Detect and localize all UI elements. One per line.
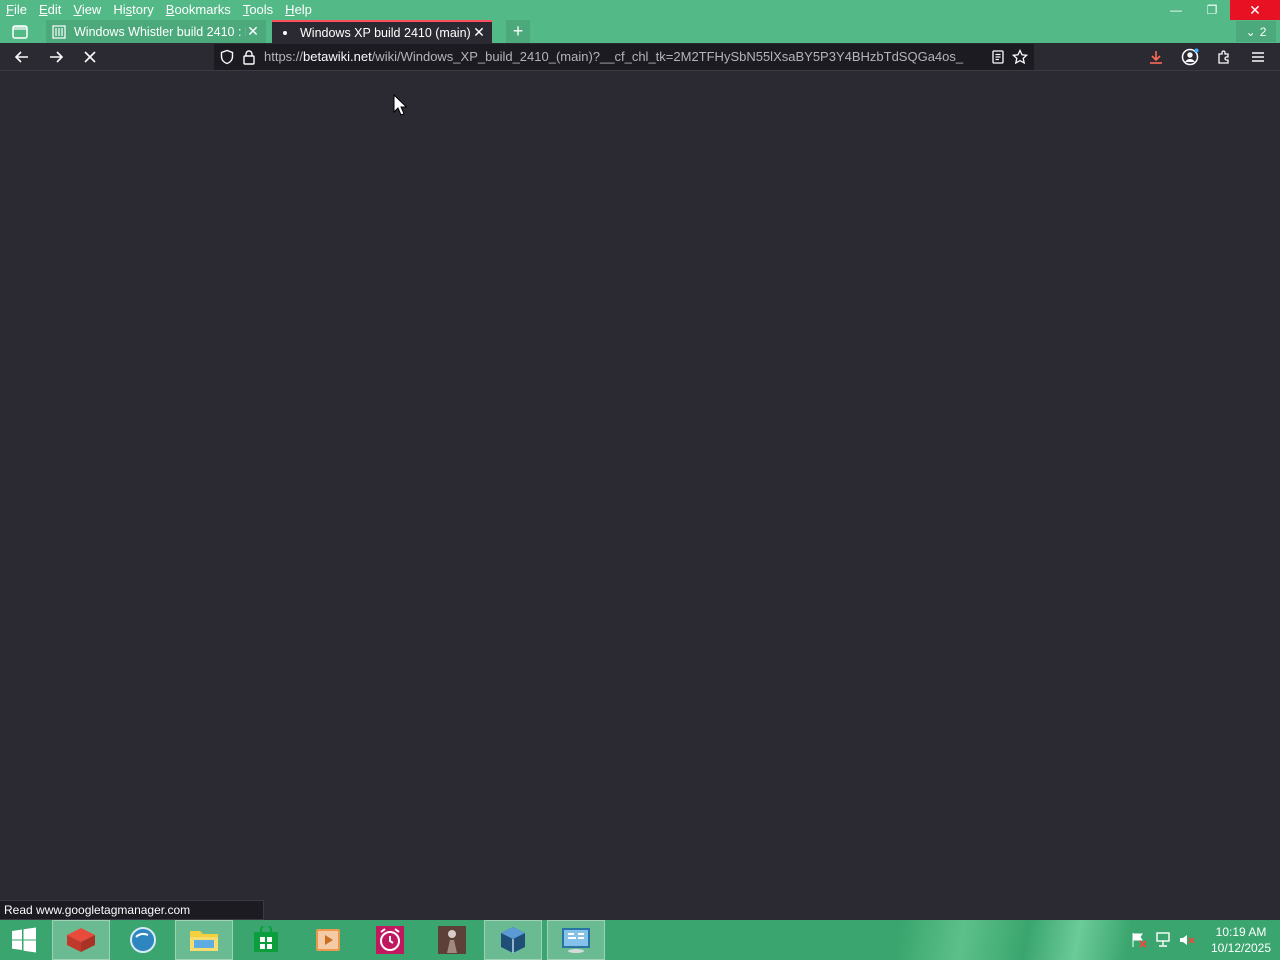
- tab-title: Windows Whistler build 2410 : N: [74, 24, 246, 39]
- red-box-app-icon: [67, 928, 95, 952]
- window-controls: — ❐ ✕: [1158, 0, 1280, 20]
- taskbar-alarms[interactable]: [361, 920, 419, 960]
- arrow-right-icon: [50, 51, 64, 63]
- back-button[interactable]: [7, 43, 37, 71]
- new-tab-button[interactable]: +: [506, 20, 530, 43]
- taskbar-store[interactable]: [237, 920, 295, 960]
- menu-history[interactable]: History: [107, 0, 159, 20]
- close-window-button[interactable]: ✕: [1230, 0, 1280, 20]
- menu-tools[interactable]: Tools: [237, 0, 279, 20]
- list-all-tabs-button[interactable]: ⌄ 2: [1236, 21, 1276, 42]
- alarm-clock-icon: [376, 926, 404, 954]
- taskbar-control-panel[interactable]: [547, 920, 605, 960]
- firefox-view-icon: [12, 24, 28, 39]
- tab-strip: Windows Whistler build 2410 : N ✕ Window…: [0, 20, 1280, 43]
- menu-bookmarks[interactable]: Bookmarks: [160, 0, 237, 20]
- tab-count: 2: [1259, 24, 1267, 39]
- mouse-pointer-icon: [393, 94, 407, 116]
- virtualbox-icon: [501, 927, 525, 953]
- url-bar[interactable]: https://betawiki.net/wiki/Windows_XP_bui…: [214, 44, 1034, 70]
- start-button[interactable]: [0, 920, 48, 960]
- taskbar-app-figure[interactable]: [423, 920, 481, 960]
- tab-close-icon[interactable]: ✕: [246, 23, 260, 40]
- windows-logo-icon: [12, 927, 36, 953]
- menu-file[interactable]: File: [0, 0, 33, 20]
- arrow-left-icon: [14, 51, 28, 63]
- taskbar-file-explorer[interactable]: [175, 920, 233, 960]
- download-icon: [1150, 51, 1162, 64]
- folder-icon: [190, 931, 218, 951]
- url-text[interactable]: https://betawiki.net/wiki/Windows_XP_bui…: [264, 44, 986, 70]
- hamburger-menu-icon: [1252, 52, 1264, 62]
- puzzle-piece-icon: [1218, 50, 1229, 64]
- firefox-view-button[interactable]: [0, 20, 40, 43]
- menu-bar: File Edit View History Bookmarks Tools H…: [0, 0, 318, 20]
- minimize-button[interactable]: —: [1158, 0, 1194, 20]
- volume-muted-icon[interactable]: [1178, 931, 1196, 949]
- stop-button[interactable]: [75, 43, 105, 71]
- forward-button[interactable]: [41, 43, 71, 71]
- menu-help[interactable]: Help: [279, 0, 318, 20]
- globe-app-icon: [130, 927, 156, 953]
- taskbar-clock[interactable]: 10:19 AM 10/12/2025: [1206, 924, 1276, 956]
- lock-icon[interactable]: [241, 49, 257, 65]
- taskbar-app-browser[interactable]: [114, 920, 172, 960]
- tab-title: Windows XP build 2410 (main) -: [300, 25, 472, 40]
- store-icon: [254, 926, 278, 952]
- navigation-toolbar: https://betawiki.net/wiki/Windows_XP_bui…: [0, 43, 1280, 71]
- system-tray: 10:19 AM 10/12/2025: [1130, 920, 1280, 960]
- tracking-protection-shield-icon[interactable]: [219, 49, 235, 65]
- chevron-down-icon: ⌄: [1245, 24, 1256, 39]
- reader-view-icon[interactable]: [990, 49, 1006, 65]
- stop-icon: [84, 51, 96, 63]
- taskbar-app-1[interactable]: [52, 920, 110, 960]
- extensions-button[interactable]: [1209, 43, 1239, 71]
- wiki-favicon-icon: [52, 24, 66, 39]
- control-panel-icon: [562, 928, 590, 953]
- title-bar: File Edit View History Bookmarks Tools H…: [0, 0, 1280, 43]
- taskbar: 10:19 AM 10/12/2025: [0, 920, 1280, 960]
- menu-view[interactable]: View: [67, 0, 107, 20]
- action-center-flag-icon[interactable]: [1130, 931, 1148, 949]
- page-content-area[interactable]: [0, 72, 1280, 900]
- tab-close-icon[interactable]: ✕: [472, 24, 486, 41]
- tab-windows-whistler[interactable]: Windows Whistler build 2410 : N ✕: [46, 20, 266, 43]
- downloads-button[interactable]: [1141, 43, 1171, 71]
- status-panel: Read www.googletagmanager.com: [0, 900, 264, 920]
- bookmark-star-icon[interactable]: [1012, 49, 1028, 65]
- video-player-icon: [316, 929, 340, 951]
- menu-edit[interactable]: Edit: [33, 0, 67, 20]
- restore-button[interactable]: ❐: [1194, 0, 1230, 20]
- account-button[interactable]: [1175, 43, 1205, 71]
- account-icon: [1181, 48, 1199, 66]
- loading-dot-icon: [283, 30, 287, 35]
- clock-date: 10/12/2025: [1210, 941, 1272, 955]
- app-menu-button[interactable]: [1243, 43, 1273, 71]
- network-icon[interactable]: [1154, 931, 1172, 949]
- taskbar-media-player[interactable]: [299, 920, 357, 960]
- taskbar-virtualbox[interactable]: [484, 920, 542, 960]
- clock-time: 10:19 AM: [1215, 925, 1267, 939]
- media-app-icon: [438, 926, 466, 954]
- tab-windows-xp-build[interactable]: Windows XP build 2410 (main) - ✕: [272, 20, 492, 43]
